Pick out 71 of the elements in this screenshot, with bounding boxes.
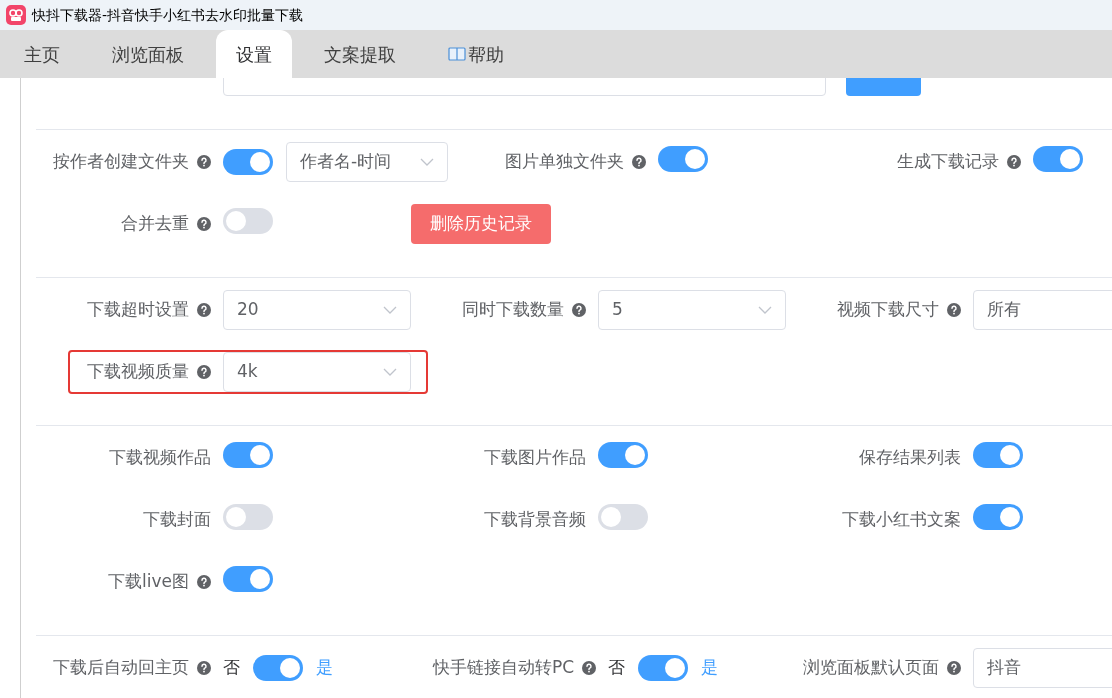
- toggle-switch[interactable]: [638, 655, 688, 681]
- help-icon: [1007, 155, 1021, 169]
- tab[interactable]: 浏览面板: [92, 30, 204, 78]
- setting-label: 合并去重: [121, 212, 189, 236]
- select-value: 作者名-时间: [300, 150, 392, 174]
- help-icon: [947, 661, 961, 675]
- tab[interactable]: 文案提取: [304, 30, 416, 78]
- select-field[interactable]: 作者名-时间: [286, 142, 448, 182]
- app-icon: [6, 5, 26, 25]
- setting-label: 快手链接自动转PC: [432, 656, 574, 680]
- help-icon: [197, 365, 211, 379]
- option-label: 否: [223, 656, 240, 680]
- help-icon: [582, 661, 596, 675]
- toggle-switch[interactable]: [598, 441, 648, 468]
- setting-label: 浏览面板默认页面: [803, 656, 939, 680]
- setting-label: 下载背景音频: [484, 508, 586, 532]
- setting-label: 生成下载记录: [897, 150, 999, 174]
- select-value: 4k: [237, 360, 258, 384]
- option-label: 是: [316, 656, 333, 680]
- setting-label: 保存结果列表: [859, 446, 961, 470]
- select-field[interactable]: 20: [223, 290, 411, 330]
- toggle-switch[interactable]: [223, 207, 273, 234]
- setting-label: 下载超时设置: [87, 298, 189, 322]
- help-icon: [947, 303, 961, 317]
- toggle-switch[interactable]: [223, 503, 273, 530]
- toggle-switch[interactable]: [658, 145, 708, 172]
- toggle-switch[interactable]: [973, 441, 1023, 468]
- window-title: 快抖下载器-抖音快手小红书去水印批量下载: [32, 5, 304, 25]
- toggle-switch[interactable]: [223, 565, 273, 592]
- select-value: 抖音: [987, 656, 1021, 680]
- setting-label: 按作者创建文件夹: [53, 150, 189, 174]
- toggle-switch[interactable]: [253, 655, 303, 681]
- toggle-switch[interactable]: [973, 503, 1023, 530]
- toggle-switch[interactable]: [223, 149, 273, 175]
- help-icon: [197, 303, 211, 317]
- select-field[interactable]: 所有: [973, 290, 1112, 330]
- setting-label: 下载视频作品: [109, 446, 211, 470]
- chevron-down-icon: [383, 306, 397, 314]
- toggle-switch[interactable]: [1033, 145, 1083, 172]
- book-icon: [448, 46, 466, 62]
- setting-label: 下载live图: [108, 570, 189, 594]
- setting-label: 同时下载数量: [462, 298, 564, 322]
- setting-label: 下载小红书文案: [842, 508, 961, 532]
- select-field[interactable]: 抖音: [973, 648, 1112, 688]
- option-label: 是: [701, 656, 718, 680]
- tab[interactable]: 设置: [216, 30, 292, 78]
- help-icon: [572, 303, 586, 317]
- setting-label: 视频下载尺寸: [837, 298, 939, 322]
- help-icon: [197, 575, 211, 589]
- select-value: 20: [237, 298, 259, 322]
- toggle-switch[interactable]: [598, 503, 648, 530]
- option-label: 否: [608, 656, 625, 680]
- select-field[interactable]: 5: [598, 290, 786, 330]
- chevron-down-icon: [383, 368, 397, 376]
- toggle-switch[interactable]: [223, 441, 273, 468]
- tab[interactable]: 主页: [4, 30, 80, 78]
- setting-label: 下载图片作品: [484, 446, 586, 470]
- setting-label: 下载视频质量: [87, 360, 189, 384]
- help-icon: [632, 155, 646, 169]
- tab[interactable]: 帮助: [428, 30, 524, 78]
- help-icon: [197, 217, 211, 231]
- select-value: 所有: [987, 298, 1021, 322]
- setting-label: 下载后自动回主页: [53, 656, 189, 680]
- help-icon: [197, 661, 211, 675]
- setting-label: 下载封面: [143, 508, 211, 532]
- select-field[interactable]: 4k: [223, 352, 411, 392]
- select-value: 5: [612, 298, 623, 322]
- chevron-down-icon: [420, 158, 434, 166]
- chevron-down-icon: [758, 306, 772, 314]
- help-icon: [197, 155, 211, 169]
- setting-label: 图片单独文件夹: [505, 150, 624, 174]
